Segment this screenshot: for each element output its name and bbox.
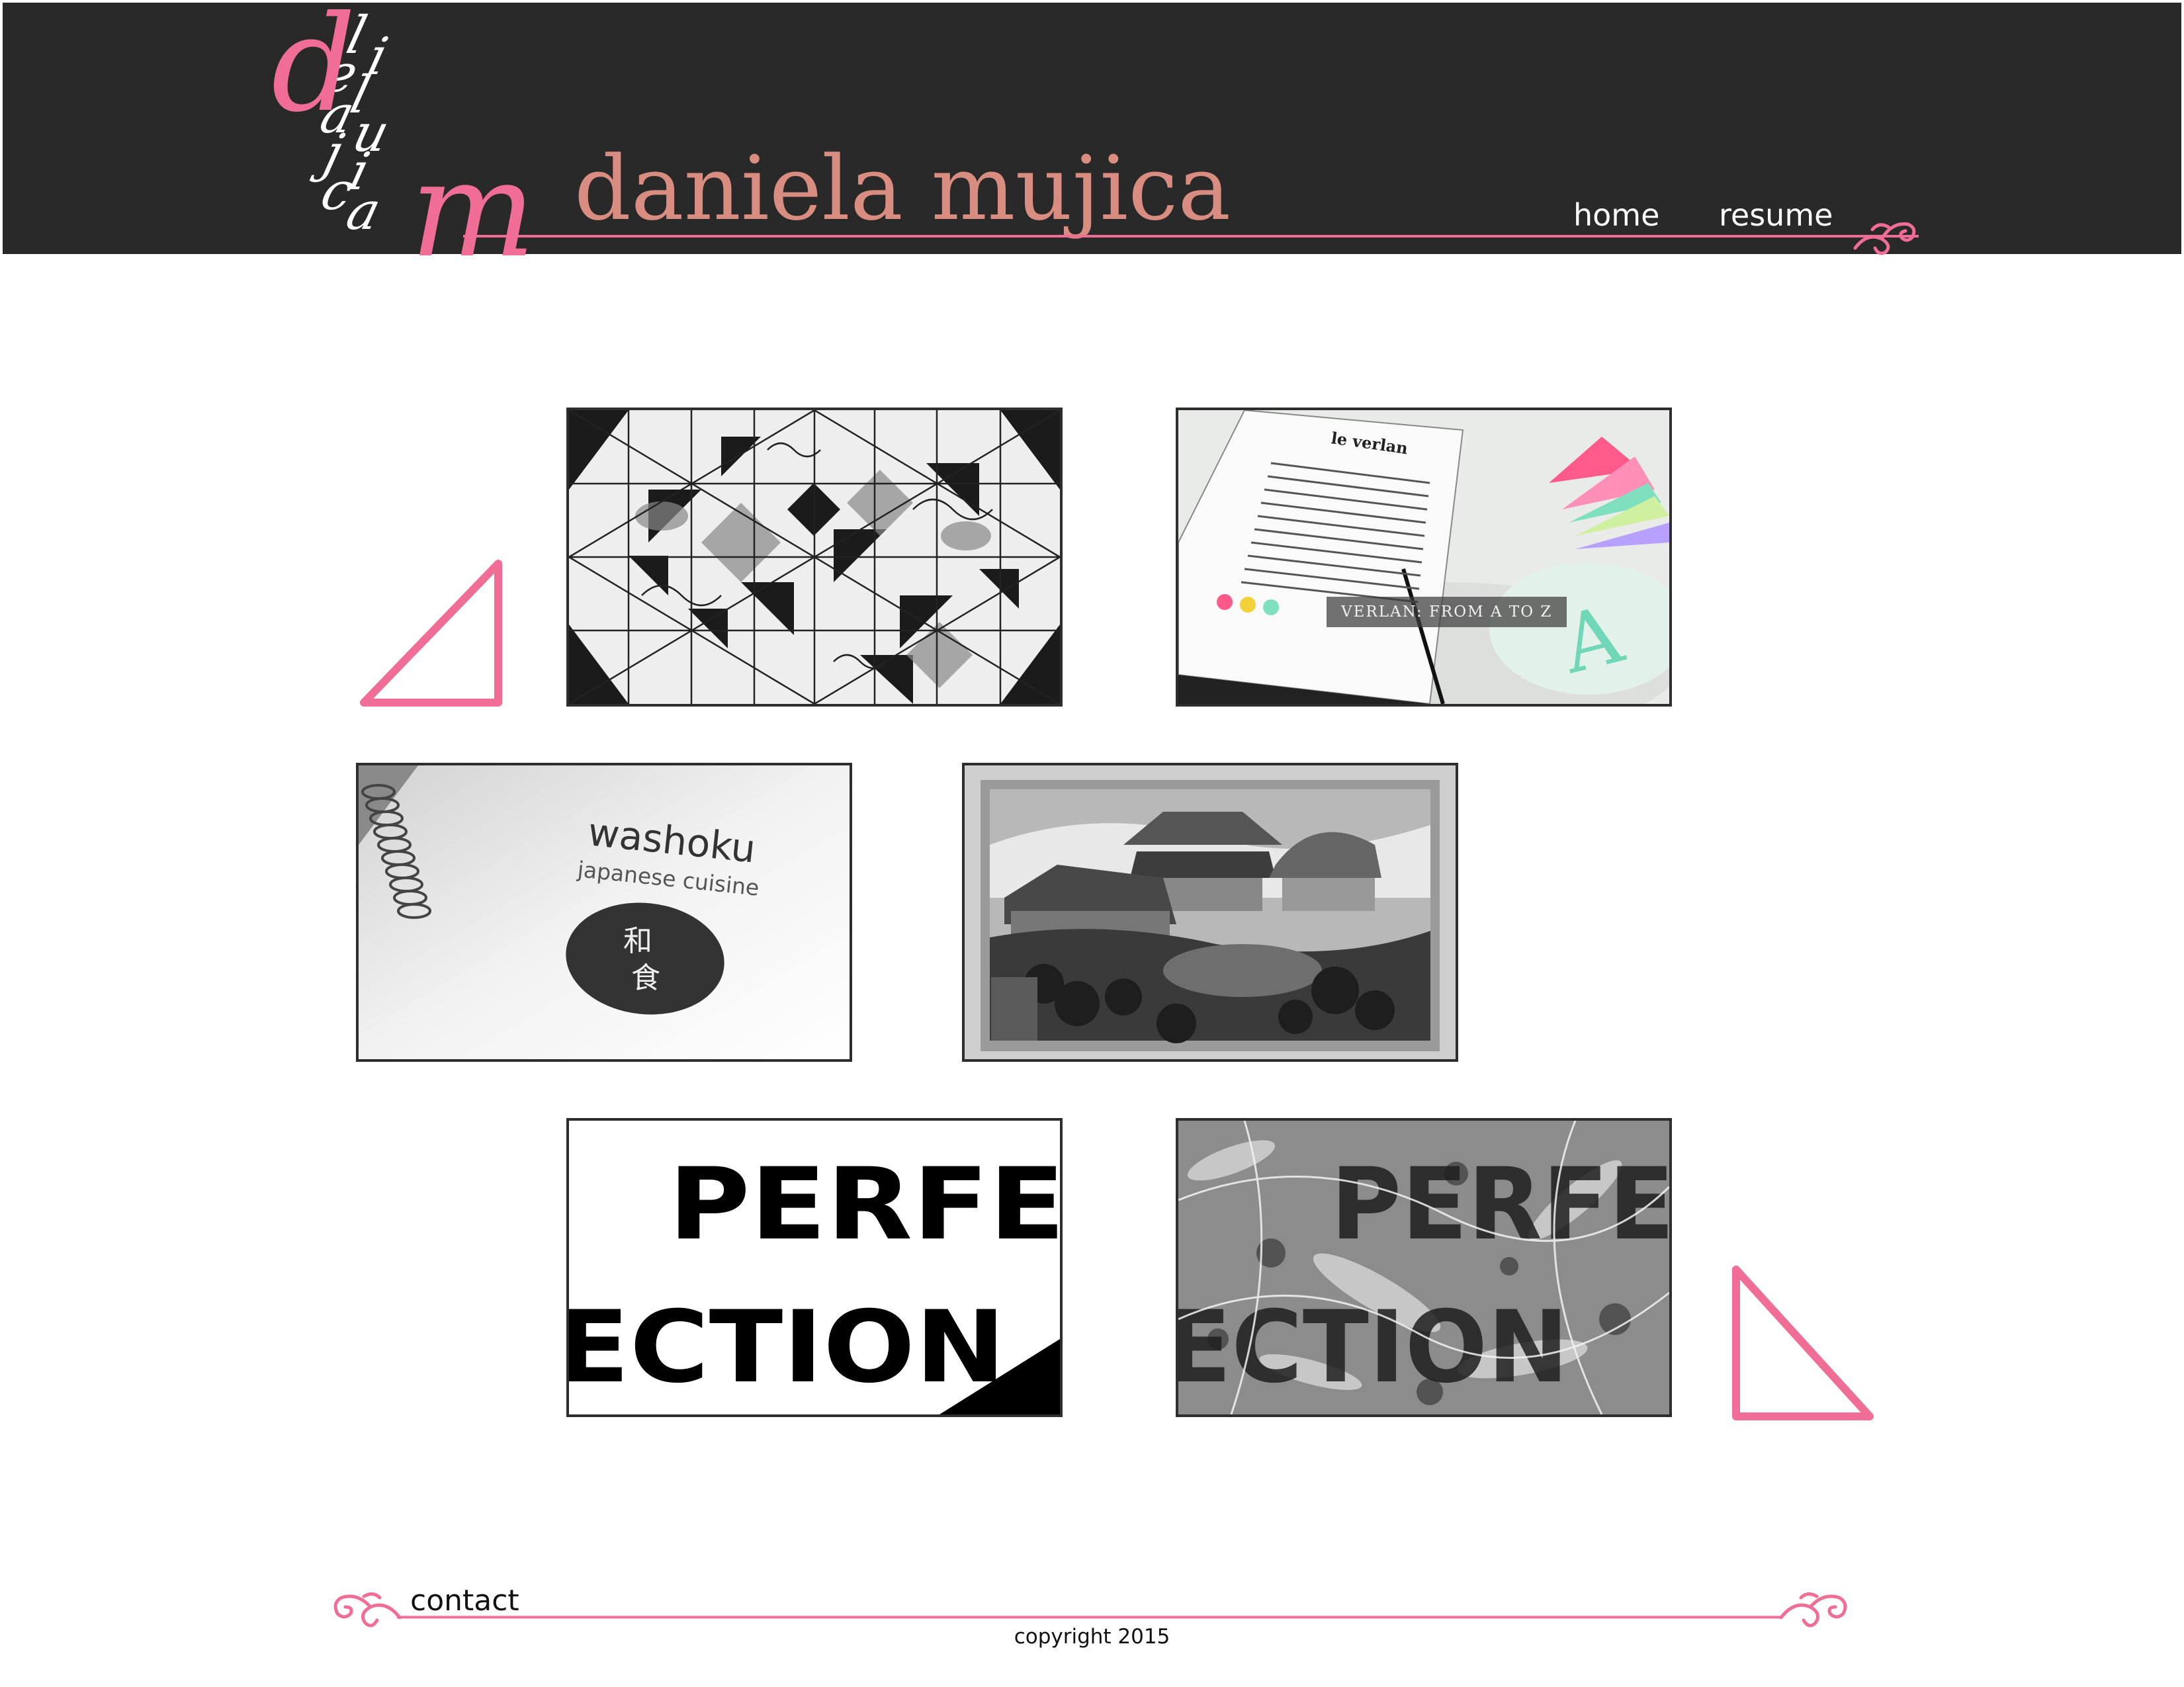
kanji-shoku: 食: [631, 961, 660, 995]
gallery-tile-perfection-splatter[interactable]: PERFE ECTION: [1176, 1118, 1672, 1417]
gallery-tile-verlan-book[interactable]: A le verlan VERLAN: FROM A TO Z: [1176, 408, 1672, 707]
tile-caption: VERLAN: FROM A TO Z: [1327, 597, 1567, 627]
contact-link[interactable]: contact: [410, 1586, 519, 1616]
perfection-line-2: ECTION: [569, 1290, 1006, 1405]
gallery-tile-geometric-drawing[interactable]: [566, 408, 1063, 707]
kanji-wa: 和: [623, 924, 652, 958]
splatter-line-1: PERFE: [1331, 1147, 1669, 1262]
pink-triangle-right-icon: [1732, 1266, 1874, 1420]
perfection-type-image: PERFE ECTION: [569, 1121, 1060, 1414]
pink-triangle-left-icon: [360, 560, 502, 707]
footer-divider: [397, 1616, 1782, 1619]
gallery-tile-village-diorama[interactable]: [962, 763, 1458, 1062]
header-divider: [463, 235, 1919, 238]
perfection-splatter-image: PERFE ECTION: [1178, 1121, 1669, 1414]
dm-monogram-logo[interactable]: l i e l a u j i c a d m: [265, 0, 543, 257]
washoku-menu-image: washoku japanese cuisine 和 食: [359, 765, 850, 1059]
logo-letter-d: d: [271, 0, 356, 142]
gallery-tile-perfection-type[interactable]: PERFE ECTION: [566, 1118, 1063, 1417]
site-title: daniela mujica: [574, 137, 1231, 240]
village-diorama-image: [965, 765, 1456, 1059]
gallery-tile-washoku-menu[interactable]: washoku japanese cuisine 和 食: [356, 763, 852, 1062]
flourish-ornament-icon: [1853, 222, 1916, 255]
nav-home-link[interactable]: home: [1573, 200, 1659, 230]
splatter-line-2: ECTION: [1178, 1290, 1569, 1405]
verlan-book-image: A le verlan: [1178, 410, 1669, 704]
nav-resume-link[interactable]: resume: [1719, 200, 1833, 230]
geometric-drawing-image: [569, 410, 1060, 704]
perfection-line-1: PERFE: [668, 1147, 1060, 1262]
copyright-text: copyright 2015: [1014, 1625, 1170, 1649]
